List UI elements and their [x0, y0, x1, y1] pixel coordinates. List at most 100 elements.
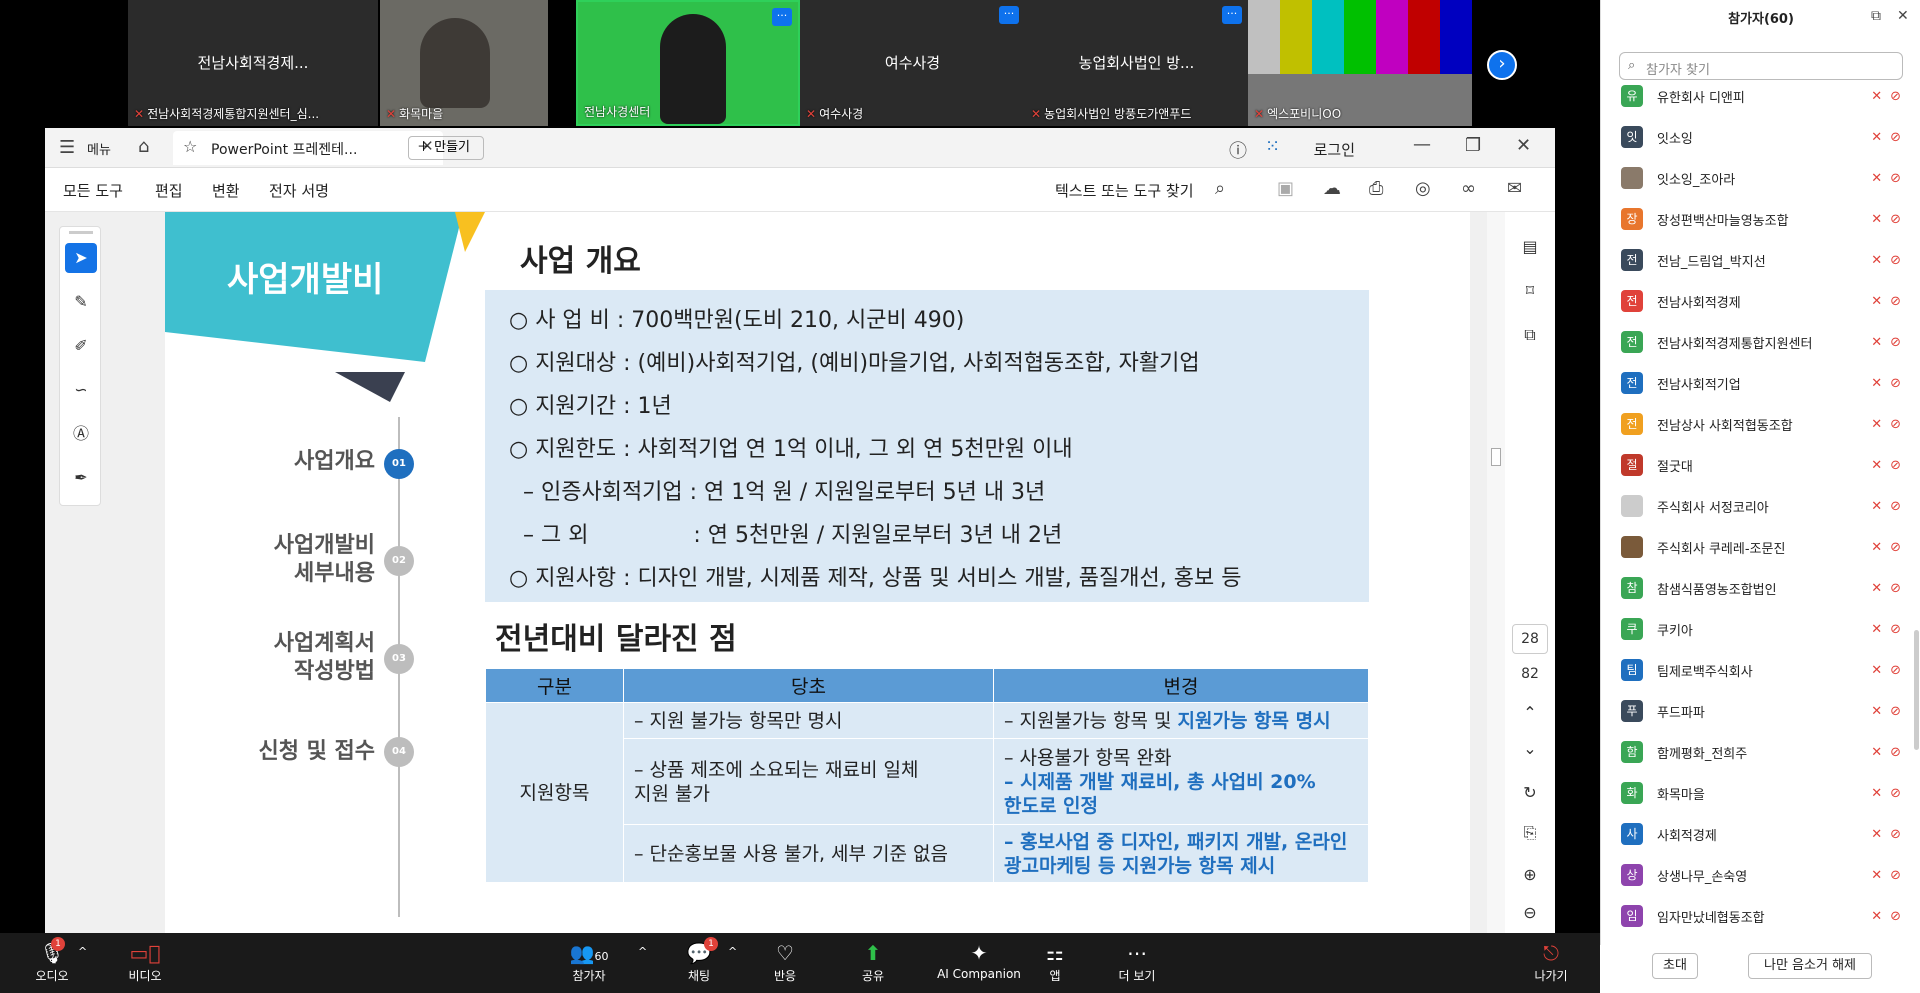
more-icon[interactable]: ··· — [772, 8, 792, 26]
minimize-icon[interactable]: — — [1413, 134, 1431, 155]
maximize-icon[interactable]: ❐ — [1465, 135, 1481, 156]
draw-freehand-icon[interactable]: ∽ — [65, 375, 97, 405]
participant-row[interactable]: 함 함께평화_전희주 ✕ ⊘ — [1621, 738, 1901, 766]
select-pointer-icon[interactable]: ➤ — [65, 243, 97, 273]
rotate-icon[interactable]: ↻ — [1517, 780, 1543, 806]
participants-button[interactable]: 👥60 참가자 — [544, 933, 634, 993]
close-panel-icon[interactable]: ✕ — [1897, 8, 1909, 24]
table-header: 변경 — [993, 668, 1369, 703]
new-tab-button[interactable]: ＋ 만들기 — [408, 136, 484, 160]
chevron-up-icon[interactable]: ^ — [78, 945, 87, 958]
participant-row[interactable]: 화 화목마을 ✕ ⊘ — [1621, 779, 1901, 807]
comments-icon[interactable]: ▤ — [1517, 234, 1543, 260]
participant-row[interactable]: 전 전남사회적경제통합지원센터 ✕ ⊘ — [1621, 328, 1901, 356]
avatar — [1621, 495, 1643, 517]
video-tile-active-speaker[interactable]: ··· 전남사경센터 — [576, 0, 800, 126]
zoom-in-icon[interactable]: ⊕ — [1517, 862, 1543, 888]
nav-dot-04: 04 — [384, 737, 414, 767]
chevron-up-icon[interactable]: ^ — [728, 945, 737, 958]
participant-row[interactable]: 참 참샘식품영농조합법인 ✕ ⊘ — [1621, 574, 1901, 602]
bookmark-icon[interactable]: ⌑ — [1517, 278, 1543, 304]
home-icon[interactable]: ⌂ — [138, 136, 149, 157]
audio-button[interactable]: 🎙 1 오디오 — [7, 933, 97, 993]
esign-button[interactable]: 전자 서명 — [269, 180, 329, 201]
video-tile[interactable]: ✕ 화목마을 — [380, 0, 548, 126]
login-button[interactable]: 로그인 — [1275, 139, 1355, 160]
extract-page-icon[interactable]: ⎘ — [1517, 820, 1543, 846]
chevron-down-icon[interactable]: ⌄ — [1517, 736, 1543, 762]
participant-status: ✕ ⊘ — [1871, 130, 1901, 145]
email-icon[interactable]: ✉ — [1507, 178, 1522, 199]
more-icon[interactable]: ··· — [999, 6, 1019, 24]
participant-row[interactable]: 쿠 쿠키아 ✕ ⊘ — [1621, 615, 1901, 643]
save-icon[interactable]: ▣ — [1277, 178, 1294, 199]
video-tile[interactable]: 전남사회적경제... ✕ 전남사회적경제통합지원센터_심... — [128, 0, 378, 126]
participant-search[interactable]: ⌕ 참가자 찾기 — [1619, 52, 1903, 80]
link-icon[interactable]: ∞ — [1461, 178, 1476, 199]
convert-button[interactable]: 변환 — [212, 180, 240, 201]
leave-button[interactable]: ⎋ 나가기 — [1506, 933, 1596, 993]
share-button[interactable]: ⬆ 공유 — [828, 933, 918, 993]
participant-row[interactable]: 푸 푸드파파 ✕ ⊘ — [1621, 697, 1901, 725]
avatar: 푸 — [1621, 700, 1643, 722]
add-comment-icon[interactable]: ✎ — [65, 287, 97, 317]
unmute-me-button[interactable]: 나만 음소거 해제 — [1748, 953, 1872, 979]
video-tile[interactable]: 농업회사법인 방... ··· ✕ 농업회사법인 방풍도가앤푸드 — [1025, 0, 1248, 126]
text-box-icon[interactable]: Ⓐ — [65, 419, 97, 449]
chevron-up-icon[interactable]: ⌃ — [1517, 700, 1543, 726]
all-tools-button[interactable]: 모든 도구 — [63, 180, 123, 201]
avatar — [1621, 536, 1643, 558]
tab-document[interactable]: ☆ PowerPoint 프레젠테... ✕ — [173, 131, 443, 165]
search-icon[interactable]: ⌕ — [1215, 178, 1225, 199]
participant-row[interactable]: 주식회사 쿠레레-조문진 ✕ ⊘ — [1621, 533, 1901, 561]
hamburger-icon[interactable]: ☰ — [59, 137, 75, 158]
upload-cloud-icon[interactable]: ☁ — [1323, 178, 1341, 199]
page-number-input[interactable]: 28 — [1512, 624, 1548, 654]
tool-search[interactable]: 텍스트 또는 도구 찾기 — [1055, 180, 1194, 201]
participant-row[interactable]: 절 절굿대 ✕ ⊘ — [1621, 451, 1901, 479]
video-tile[interactable]: ✕ 엑스포비니OO — [1248, 0, 1472, 126]
help-icon[interactable]: ⓘ — [1229, 137, 1247, 163]
video-tile[interactable]: 여수사경 ··· ✕ 여수사경 — [800, 0, 1025, 126]
participant-row[interactable]: 주식회사 서정코리아 ✕ ⊘ — [1621, 492, 1901, 520]
nav-dot-02: 02 — [384, 546, 414, 576]
participant-row[interactable]: 잇 잇소잉 ✕ ⊘ — [1621, 123, 1901, 151]
next-page-icon[interactable]: › — [1487, 50, 1517, 80]
share-user-icon[interactable]: ◎ — [1415, 178, 1431, 199]
apps-button[interactable]: ⚏ 앱 — [1010, 933, 1100, 993]
chevron-up-icon[interactable]: ^ — [638, 945, 647, 958]
reactions-button[interactable]: ♡ 반응 — [740, 933, 830, 993]
close-window-icon[interactable]: ✕ — [1516, 135, 1531, 156]
participant-row[interactable]: 전 전남상사 사회적협동조합 ✕ ⊘ — [1621, 410, 1901, 438]
scrollbar[interactable] — [1487, 212, 1505, 933]
participant-row[interactable]: 팀 팀제로백주식회사 ✕ ⊘ — [1621, 656, 1901, 684]
scroll-thumb[interactable] — [1914, 630, 1919, 750]
zoom-out-icon[interactable]: ⊖ — [1517, 900, 1543, 926]
print-icon[interactable]: ⎙ — [1369, 178, 1383, 199]
participant-row[interactable]: 상 상생나무_손숙영 ✕ ⊘ — [1621, 861, 1901, 889]
chat-button[interactable]: 💬 1 채팅 — [654, 933, 744, 993]
scroll-thumb[interactable] — [1491, 448, 1501, 466]
participant-row[interactable]: 임 임자만났네협동조합 ✕ ⊘ — [1621, 902, 1901, 930]
popout-icon[interactable]: ⧉ — [1871, 8, 1881, 24]
video-button[interactable]: ▭⃠ 비디오 — [100, 933, 190, 993]
participant-row[interactable]: 사 사회적경제 ✕ ⊘ — [1621, 820, 1901, 848]
invite-button[interactable]: 초대 — [1652, 953, 1698, 979]
participant-row[interactable]: 전 전남_드림업_박지선 ✕ ⊘ — [1621, 246, 1901, 274]
search-placeholder: 참가자 찾기 — [1646, 63, 1710, 78]
highlight-pen-icon[interactable]: ✐ — [65, 331, 97, 361]
more-icon[interactable]: ··· — [1222, 6, 1242, 24]
participant-row[interactable]: 전 전남사회적경제 ✕ ⊘ — [1621, 287, 1901, 315]
star-icon[interactable]: ☆ — [183, 137, 197, 156]
more-button[interactable]: ⋯ 더 보기 — [1092, 933, 1182, 993]
drag-handle[interactable] — [69, 231, 93, 234]
participant-row[interactable]: 유 유한회사 디앤피 ✕ ⊘ — [1621, 82, 1901, 110]
sign-pen-icon[interactable]: ✒ — [65, 463, 97, 493]
edit-button[interactable]: 편집 — [155, 180, 183, 201]
participant-row[interactable]: 잇소잉_조아라 ✕ ⊘ — [1621, 164, 1901, 192]
menu-label[interactable]: 메뉴 — [87, 139, 111, 158]
participant-row[interactable]: 장 장성편백산마늘영농조합 ✕ ⊘ — [1621, 205, 1901, 233]
pages-icon[interactable]: ⧉ — [1517, 322, 1543, 348]
participant-row[interactable]: 전 전남사회적기업 ✕ ⊘ — [1621, 369, 1901, 397]
avatar: 상 — [1621, 864, 1643, 886]
